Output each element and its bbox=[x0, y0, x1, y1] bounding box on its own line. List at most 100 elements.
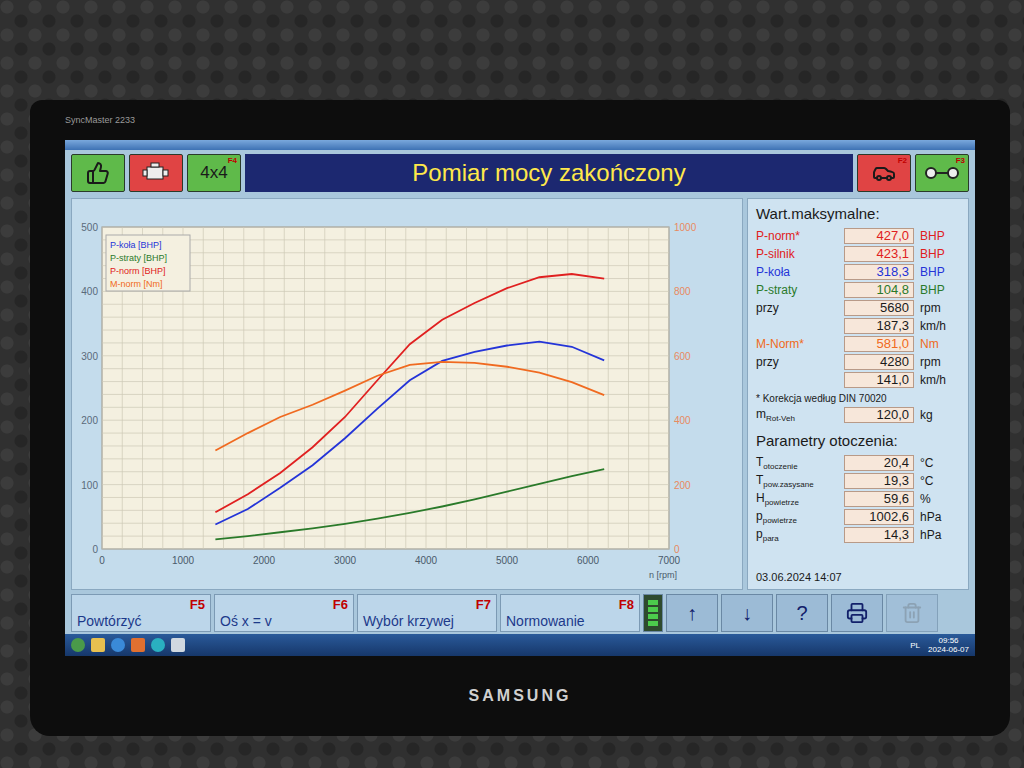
value-label: Tpow.zasysane bbox=[756, 473, 838, 489]
grid-line bbox=[324, 227, 325, 549]
window-title-strip bbox=[65, 140, 975, 150]
screen: 4x4F4Pomiar mocy zakończonyF2F3010020030… bbox=[65, 140, 975, 656]
value-field: 1002,6 bbox=[844, 509, 914, 525]
value-label: przy bbox=[756, 301, 838, 315]
function-key-code: F6 bbox=[333, 597, 348, 612]
grid-line bbox=[405, 227, 406, 549]
series-line bbox=[215, 362, 604, 451]
values-panel: Wart.maksymalne:P-norm*427,0BHPP-silnik4… bbox=[747, 198, 969, 590]
value-field: 19,3 bbox=[844, 473, 914, 489]
start-icon[interactable] bbox=[71, 638, 85, 652]
toolbar-button[interactable]: F2 bbox=[857, 154, 911, 192]
value-unit: hPa bbox=[920, 510, 960, 524]
grid-line bbox=[446, 227, 447, 549]
thumbs-up-icon bbox=[86, 161, 110, 185]
glyph-button[interactable]: ↑ bbox=[666, 594, 718, 632]
value-label: ppara bbox=[756, 527, 838, 543]
media-icon[interactable] bbox=[131, 638, 145, 652]
value-label: przy bbox=[756, 355, 838, 369]
grid-line bbox=[102, 420, 669, 421]
value-unit: °C bbox=[920, 456, 960, 470]
toolbar-button[interactable]: 4x4F4 bbox=[187, 154, 241, 192]
chart-panel: 0100200300400500020040060080010000100020… bbox=[71, 198, 743, 590]
value-label: P-straty bbox=[756, 283, 838, 297]
function-label: Powtórzyć bbox=[77, 613, 142, 629]
indicator-bars bbox=[648, 600, 658, 626]
taskbar: PL 09:562024-06-07 bbox=[65, 634, 975, 656]
panel-title: Wart.maksymalne: bbox=[756, 205, 960, 225]
grid-line bbox=[385, 227, 386, 549]
measurement-date: 03.06.2024 14:07 bbox=[756, 571, 960, 583]
value-label: ppowietrze bbox=[756, 509, 838, 525]
power-chart: 0100200300400500020040060080010000100020… bbox=[72, 199, 742, 583]
grid-line bbox=[102, 523, 669, 524]
button-glyph: ↑ bbox=[687, 602, 697, 625]
edge-icon[interactable] bbox=[151, 638, 165, 652]
button-label: 4x4 bbox=[200, 163, 227, 183]
value-unit: Nm bbox=[920, 337, 960, 351]
y-right-tick: 200 bbox=[674, 480, 691, 491]
value-label: P-koła bbox=[756, 265, 838, 279]
print-button[interactable] bbox=[831, 594, 883, 632]
function-key[interactable]: Wybór krzywejF7 bbox=[357, 594, 497, 632]
grid-line bbox=[102, 330, 669, 331]
value-label: P-norm* bbox=[756, 229, 838, 243]
plot-area bbox=[102, 227, 669, 549]
delete-button bbox=[886, 594, 938, 632]
toolbar-button[interactable]: F3 bbox=[915, 154, 969, 192]
y-left-tick: 100 bbox=[81, 480, 98, 491]
function-label: Oś x = v bbox=[220, 613, 272, 629]
browser-icon[interactable] bbox=[111, 638, 125, 652]
grid-line bbox=[203, 227, 204, 549]
function-key[interactable]: NormowanieF8 bbox=[500, 594, 640, 632]
grid-line bbox=[102, 407, 669, 408]
value-row: przy5680rpm bbox=[756, 299, 960, 317]
value-row: mRot-Veh120,0kg bbox=[756, 406, 960, 424]
x-axis-label: n [rpm] bbox=[649, 570, 677, 580]
function-key[interactable]: PowtórzyćF5 bbox=[71, 594, 211, 632]
value-label: mRot-Veh bbox=[756, 407, 838, 423]
x-tick: 3000 bbox=[334, 555, 357, 566]
value-field: 423,1 bbox=[844, 246, 914, 262]
main-area: 0100200300400500020040060080010000100020… bbox=[65, 196, 975, 592]
toolbar-button[interactable] bbox=[71, 154, 125, 192]
label-subscript: otoczenie bbox=[763, 462, 797, 471]
folder-icon[interactable] bbox=[91, 638, 105, 652]
value-row: M-Norm*581,0Nm bbox=[756, 335, 960, 353]
button-glyph: ? bbox=[796, 602, 807, 625]
value-field: 4280 bbox=[844, 354, 914, 370]
grid-line bbox=[102, 304, 669, 305]
value-unit: km/h bbox=[920, 319, 960, 333]
clock[interactable]: 09:562024-06-07 bbox=[928, 636, 969, 654]
indicator-bar bbox=[648, 621, 658, 626]
function-key-code: F7 bbox=[476, 597, 491, 612]
value-row: P-koła318,3BHP bbox=[756, 263, 960, 281]
legend bbox=[106, 235, 190, 291]
status-indicator[interactable] bbox=[643, 594, 663, 632]
legend-item: P-straty [BHP] bbox=[110, 253, 167, 263]
grid-line bbox=[102, 458, 669, 459]
x-tick: 0 bbox=[99, 555, 105, 566]
glyph-button[interactable]: ? bbox=[776, 594, 828, 632]
grid-line bbox=[102, 342, 669, 343]
grid-line bbox=[264, 227, 265, 549]
value-unit: rpm bbox=[920, 301, 960, 315]
language-indicator[interactable]: PL bbox=[910, 641, 920, 650]
key-badge: F2 bbox=[898, 156, 907, 165]
toolbar-button[interactable] bbox=[129, 154, 183, 192]
x-tick: 2000 bbox=[253, 555, 276, 566]
key-badge: F3 bbox=[956, 156, 965, 165]
legend-item: P-norm [BHP] bbox=[110, 266, 166, 276]
function-key[interactable]: Oś x = v F6 bbox=[214, 594, 354, 632]
value-row: 141,0km/h bbox=[756, 371, 960, 389]
value-row: przy4280rpm bbox=[756, 353, 960, 371]
grid-line bbox=[426, 227, 427, 549]
glyph-button[interactable]: ↓ bbox=[721, 594, 773, 632]
grid-line bbox=[102, 549, 669, 550]
value-field: 59,6 bbox=[844, 491, 914, 507]
legend-item: M-norm [Nm] bbox=[110, 279, 163, 289]
value-field: 14,3 bbox=[844, 527, 914, 543]
grid-line bbox=[102, 510, 669, 511]
value-unit: °C bbox=[920, 474, 960, 488]
app-icon[interactable] bbox=[171, 638, 185, 652]
